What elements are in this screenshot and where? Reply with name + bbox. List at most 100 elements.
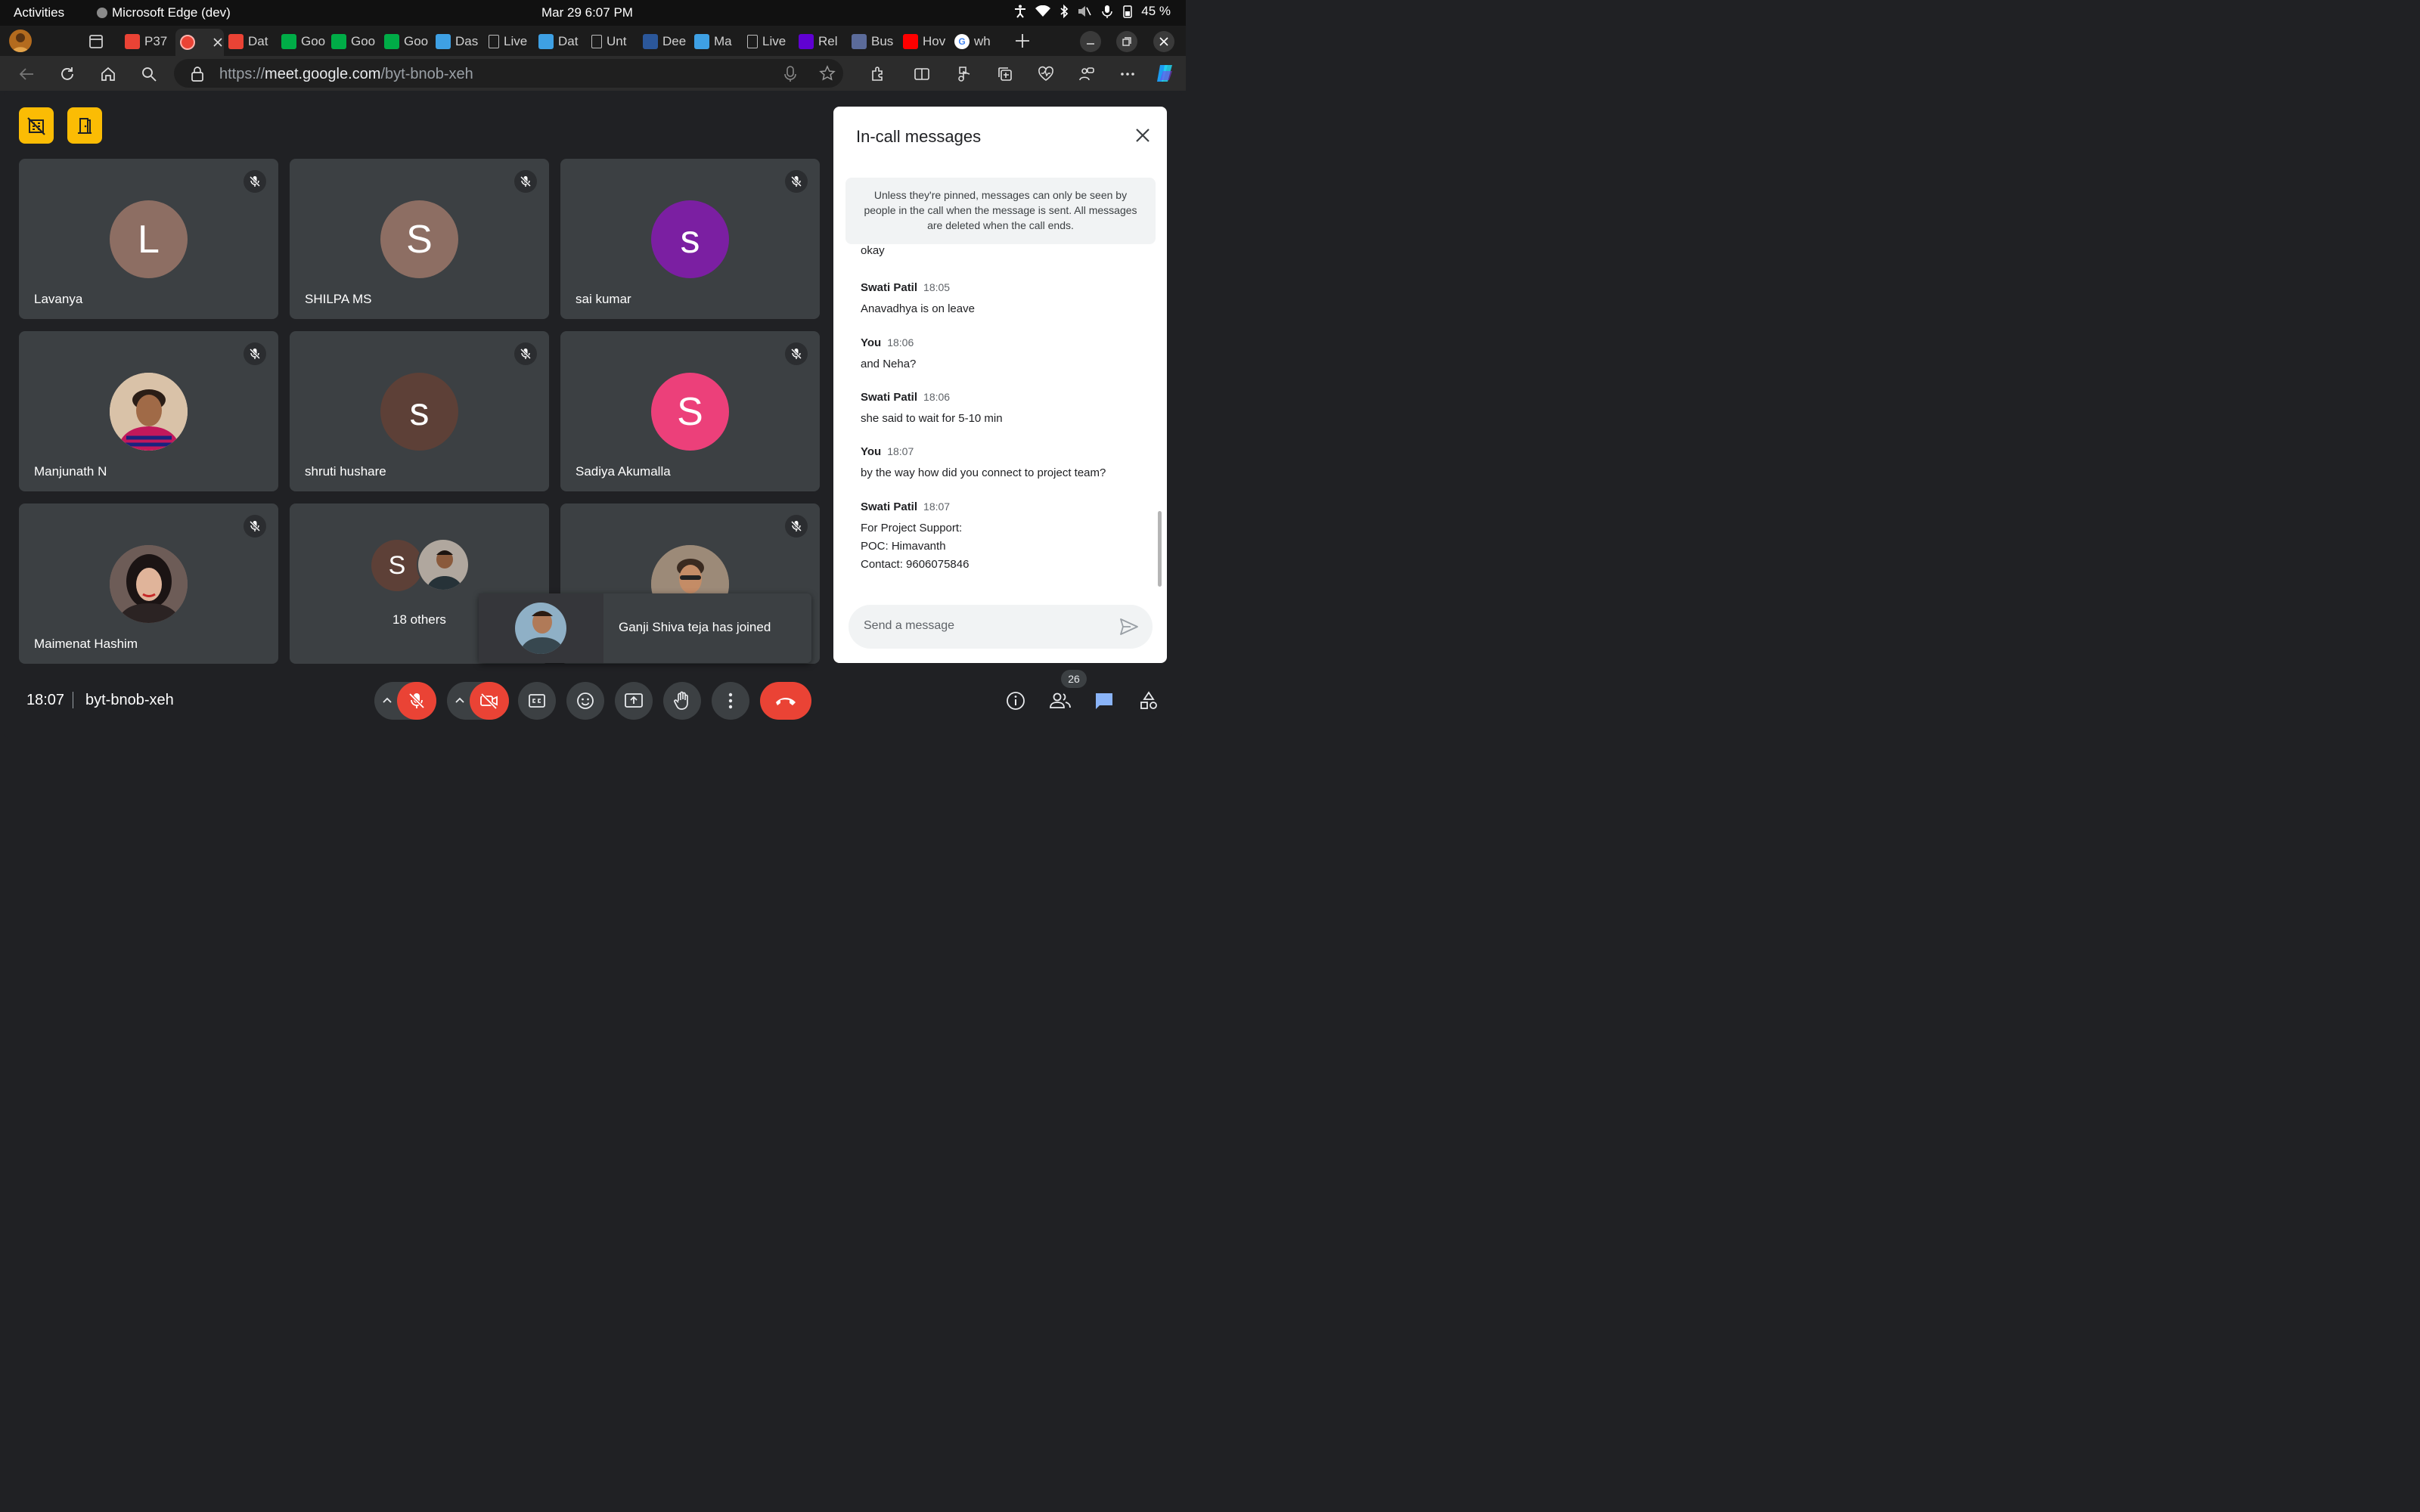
tab-youtube[interactable]: Hov	[903, 30, 950, 53]
yahoo-icon	[799, 34, 814, 49]
present-screen-button[interactable]	[615, 682, 653, 720]
tab-page[interactable]: Live	[747, 30, 794, 53]
close-window-button[interactable]	[1153, 31, 1174, 52]
collections-icon[interactable]	[995, 64, 1015, 84]
extensions-icon[interactable]	[868, 64, 888, 84]
meeting-details-button[interactable]	[1004, 689, 1028, 713]
participant-tile[interactable]: S Sadiya Akumalla	[560, 331, 820, 491]
more-options-button[interactable]	[712, 682, 749, 720]
tab-google[interactable]: Gwh	[954, 30, 1001, 53]
profile-sync-icon[interactable]	[1077, 64, 1097, 84]
reactions-button[interactable]	[566, 682, 604, 720]
tab-page[interactable]: Live	[489, 30, 535, 53]
camera-off-icon[interactable]	[470, 682, 509, 720]
address-bar[interactable]: https://meet.google.com/byt-bnob-xeh	[174, 59, 843, 88]
url-text[interactable]: https://meet.google.com/byt-bnob-xeh	[219, 66, 473, 83]
battery-icon[interactable]	[1123, 5, 1132, 18]
tab-edge[interactable]: Dat	[538, 30, 585, 53]
recording-icon	[180, 35, 195, 50]
chevron-up-icon[interactable]	[382, 696, 392, 705]
word-icon	[643, 34, 658, 49]
wifi-icon[interactable]	[1035, 5, 1051, 17]
present-icon	[625, 693, 643, 708]
people-button[interactable]	[1048, 689, 1072, 713]
participant-tile[interactable]: Manjunath N	[19, 331, 278, 491]
tab-page[interactable]: Unt	[591, 30, 638, 53]
tab-word[interactable]: Dee	[643, 30, 690, 53]
page-icon	[591, 35, 602, 48]
participant-tile[interactable]: Maimenat Hashim	[19, 503, 278, 664]
favorite-star-icon[interactable]	[819, 65, 836, 82]
tab-label: Unt	[607, 34, 627, 48]
minimize-button[interactable]	[1080, 31, 1101, 52]
app-menu[interactable]: Microsoft Edge (dev)	[97, 5, 231, 20]
activities-button[interactable]: Activities	[14, 5, 64, 20]
edge-icon	[694, 34, 709, 49]
more-options-icon[interactable]	[1118, 64, 1137, 84]
profile-avatar[interactable]	[9, 29, 32, 52]
new-tab-button[interactable]	[1013, 32, 1032, 50]
voice-search-icon[interactable]	[783, 66, 797, 82]
close-tab-icon[interactable]	[213, 38, 222, 47]
microphone-icon[interactable]	[1100, 5, 1114, 18]
participant-tile[interactable]: s sai kumar	[560, 159, 820, 319]
microphone-control[interactable]	[374, 682, 436, 720]
search-icon[interactable]	[139, 64, 159, 84]
tab-gmail[interactable]: P37	[125, 30, 172, 53]
info-icon	[1007, 692, 1025, 710]
read-aloud-icon[interactable]	[954, 64, 974, 84]
youtube-icon	[903, 34, 918, 49]
avatar: s	[380, 373, 458, 451]
copilot-icon[interactable]	[1154, 62, 1177, 85]
tab-meet[interactable]: Goo	[384, 30, 431, 53]
host-controls-button[interactable]	[19, 107, 54, 144]
message-text: For Project Support: POC: Himavanth Cont…	[861, 519, 969, 574]
avatar: S	[371, 540, 423, 591]
browser-essentials-icon[interactable]	[1036, 64, 1056, 84]
message-line: POC: Himavanth	[861, 540, 946, 553]
back-button[interactable]	[17, 64, 36, 84]
meeting-room-button[interactable]	[67, 107, 102, 144]
accessibility-icon[interactable]	[1014, 5, 1026, 18]
tab-meet[interactable]: Goo	[331, 30, 378, 53]
tab-edge[interactable]: Das	[436, 30, 482, 53]
camera-control[interactable]	[447, 682, 509, 720]
tab-label: Goo	[404, 34, 429, 48]
participant-tile[interactable]: s shruti hushare	[290, 331, 549, 491]
message-time: 18:05	[923, 281, 951, 293]
tab-meet[interactable]: Goo	[281, 30, 328, 53]
volume-muted-icon[interactable]	[1078, 5, 1091, 17]
participant-name: shruti hushare	[305, 464, 386, 479]
raise-hand-button[interactable]	[663, 682, 701, 720]
tab-recording[interactable]	[175, 29, 224, 56]
tab-yahoo[interactable]: Rel	[799, 30, 845, 53]
reload-button[interactable]	[57, 64, 77, 84]
participant-tile[interactable]: S SHILPA MS	[290, 159, 549, 319]
system-tray[interactable]: 45 %	[1014, 4, 1171, 19]
participant-tile[interactable]: L Lavanya	[19, 159, 278, 319]
mic-off-icon[interactable]	[397, 682, 436, 720]
chevron-up-icon[interactable]	[455, 696, 465, 705]
tab-label: Goo	[351, 34, 376, 48]
tab-app[interactable]: Bus	[852, 30, 898, 53]
bluetooth-icon[interactable]	[1060, 5, 1069, 18]
send-icon[interactable]	[1119, 618, 1139, 636]
chat-scrollbar[interactable]	[1158, 511, 1162, 587]
restore-button[interactable]	[1116, 31, 1137, 52]
home-button[interactable]	[98, 64, 118, 84]
lock-icon[interactable]	[191, 67, 204, 82]
google-icon: G	[954, 34, 970, 49]
mic-off-icon	[785, 170, 808, 193]
split-screen-icon[interactable]	[912, 64, 932, 84]
captions-button[interactable]	[518, 682, 556, 720]
system-clock[interactable]: Mar 29 6:07 PM	[541, 5, 633, 20]
tab-actions-button[interactable]	[88, 33, 104, 50]
leave-call-button[interactable]	[760, 682, 811, 720]
close-icon[interactable]	[1135, 128, 1150, 143]
tab-gmail[interactable]: Dat	[228, 30, 275, 53]
people-count-badge: 26	[1061, 670, 1087, 688]
chat-button[interactable]	[1092, 689, 1116, 713]
message-input[interactable]: Send a message	[849, 605, 1153, 649]
tab-edge[interactable]: Ma	[694, 30, 741, 53]
activities-button[interactable]	[1137, 689, 1161, 713]
